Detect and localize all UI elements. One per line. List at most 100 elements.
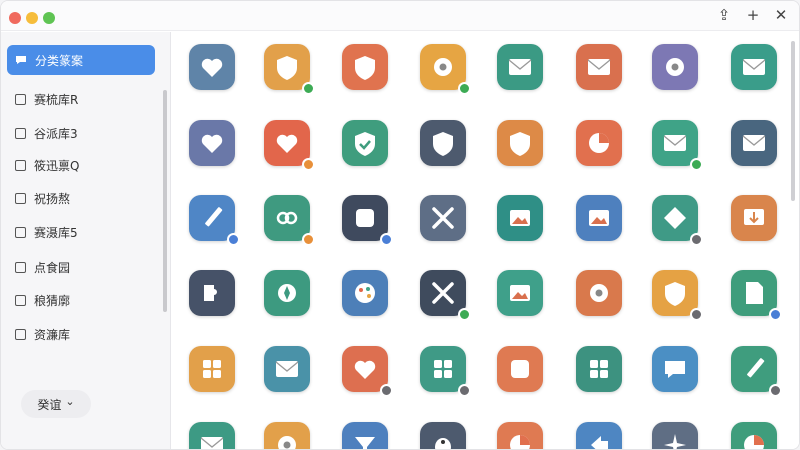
sidebar-item-1[interactable]: 赛梳库R [7, 84, 155, 114]
icon-tile[interactable] [189, 44, 235, 90]
checkbox[interactable] [15, 328, 26, 340]
icon-tile[interactable] [189, 270, 235, 316]
icon-tile[interactable] [420, 346, 471, 397]
icon-tile[interactable] [497, 270, 543, 316]
sidebar-item-4[interactable]: 祝扬熬 [7, 183, 155, 213]
envelope-icon [742, 135, 766, 151]
status-badge [302, 158, 315, 171]
icon-tile[interactable] [189, 346, 235, 392]
sidebar-item-label: 谷派库3 [34, 126, 78, 141]
icon-tile[interactable] [420, 270, 471, 321]
minimize-window-button[interactable] [26, 12, 38, 24]
icon-tile[interactable] [731, 422, 777, 449]
gear-badge-icon [666, 58, 684, 76]
icon-tile[interactable] [497, 120, 543, 166]
sidebar-item-7[interactable]: 稂猜廓 [7, 285, 155, 315]
icon-tile[interactable] [189, 422, 235, 449]
icon-tile[interactable] [576, 44, 622, 90]
icon-tile[interactable] [652, 44, 698, 90]
compass-icon [278, 284, 296, 302]
icon-tile[interactable] [576, 195, 622, 241]
icon-tile[interactable] [264, 44, 315, 95]
icon-tile[interactable] [652, 120, 703, 171]
chevron-down-icon: ⌄ [65, 394, 75, 408]
gear-badge-icon [278, 436, 296, 449]
icon-tile[interactable] [264, 195, 315, 246]
title-bar: ⇪ + ✕ [1, 1, 799, 31]
checkbox[interactable] [15, 294, 26, 306]
icon-tile[interactable] [731, 346, 782, 397]
icon-tile[interactable] [652, 422, 698, 449]
photo-icon [589, 210, 609, 226]
icon-tile[interactable] [497, 195, 543, 241]
checkbox[interactable] [15, 226, 26, 238]
icon-tile[interactable] [731, 270, 782, 321]
icon-tile[interactable] [264, 346, 310, 392]
sparkle-icon [664, 434, 686, 449]
icon-tile[interactable] [497, 422, 543, 449]
icon-tile[interactable] [731, 120, 777, 166]
icon-tile[interactable] [342, 120, 388, 166]
icon-tile[interactable] [576, 120, 622, 166]
sidebar-scrollbar[interactable] [163, 90, 167, 312]
icon-tile[interactable] [420, 44, 471, 95]
close-icon[interactable]: ✕ [770, 4, 792, 26]
icon-tile[interactable] [342, 346, 393, 397]
icon-tile[interactable] [576, 346, 622, 392]
zoom-window-button[interactable] [43, 12, 55, 24]
plus-icon[interactable]: + [742, 4, 764, 26]
icon-tile[interactable] [264, 270, 310, 316]
icon-tile[interactable] [342, 195, 393, 246]
icon-tile[interactable] [342, 422, 388, 449]
icon-tile[interactable] [189, 195, 240, 246]
icon-tile[interactable] [576, 422, 622, 449]
pie-chart-icon [744, 435, 764, 449]
sidebar-item-3[interactable]: 筱迅禀Q [7, 150, 155, 180]
icon-tile[interactable] [731, 195, 777, 241]
grid-scrollbar[interactable] [791, 41, 795, 201]
close-window-button[interactable] [9, 12, 21, 24]
share-icon[interactable]: ⇪ [713, 4, 735, 26]
sidebar: 分类篆案 赛梳库R 谷派库3 筱迅禀Q 祝扬熬 赛滠库5 点食园 稂猜廓 资濂库… [1, 32, 171, 449]
icon-tile[interactable] [420, 120, 466, 166]
palette-icon [355, 283, 375, 303]
puzzle-icon [204, 285, 217, 301]
icon-tile[interactable] [652, 346, 698, 392]
icon-tile[interactable] [652, 270, 703, 321]
shield-check-icon [355, 132, 375, 156]
checkbox[interactable] [15, 127, 26, 139]
sidebar-item-2[interactable]: 谷派库3 [7, 118, 155, 148]
more-button-label: 癸谊 [37, 397, 62, 412]
sidebar-item-label: 分类篆案 [35, 53, 84, 68]
icon-tile[interactable] [652, 195, 703, 246]
status-badge [690, 158, 703, 171]
icon-tile[interactable] [264, 120, 315, 171]
status-badge [690, 233, 703, 246]
checkbox[interactable] [15, 159, 26, 171]
icon-tile[interactable] [731, 44, 777, 90]
status-badge [458, 384, 471, 397]
icon-tile[interactable] [497, 44, 543, 90]
more-button[interactable]: 癸谊 ⌄ [21, 390, 91, 418]
grid-icon [203, 360, 221, 378]
sidebar-item-6[interactable]: 点食园 [7, 252, 155, 282]
status-badge [458, 308, 471, 321]
sidebar-item-8[interactable]: 资濂库 [7, 319, 155, 349]
icon-tile[interactable] [420, 422, 466, 449]
icon-tile[interactable] [497, 346, 543, 392]
icon-tile[interactable] [342, 44, 388, 90]
status-badge [302, 82, 315, 95]
checkbox[interactable] [15, 261, 26, 273]
funnel-icon [355, 437, 375, 449]
sidebar-item-5[interactable]: 赛滠库5 [7, 217, 155, 247]
checkbox[interactable] [15, 192, 26, 204]
icon-tile[interactable] [189, 120, 235, 166]
icon-tile[interactable] [420, 195, 466, 241]
icon-tile[interactable] [576, 270, 622, 316]
sidebar-item-label: 点食园 [34, 260, 71, 275]
status-badge [380, 233, 393, 246]
icon-tile[interactable] [342, 270, 388, 316]
checkbox[interactable] [15, 93, 26, 105]
icon-tile[interactable] [264, 422, 310, 449]
sidebar-item-0[interactable]: 分类篆案 [7, 45, 155, 75]
